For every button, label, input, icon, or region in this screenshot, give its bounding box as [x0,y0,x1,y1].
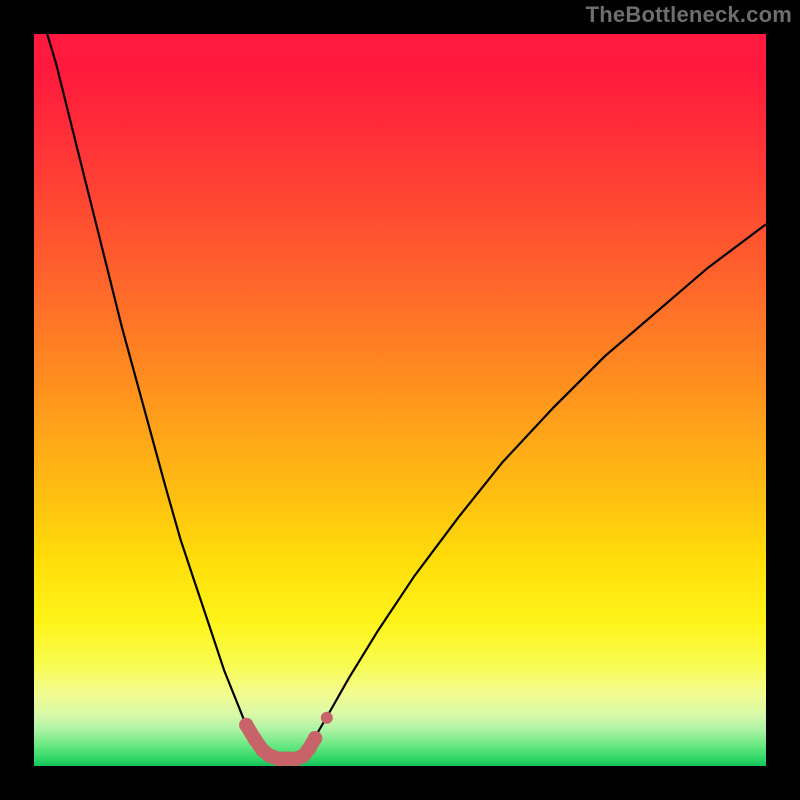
curve-layer [34,34,766,766]
valley-dot [308,731,322,745]
bottleneck-curve [34,34,766,759]
watermark-text: TheBottleneck.com [586,2,792,28]
valley-marker [239,712,333,766]
chart-frame: TheBottleneck.com [0,0,800,800]
valley-dot [321,712,333,724]
valley-dot [239,718,253,732]
